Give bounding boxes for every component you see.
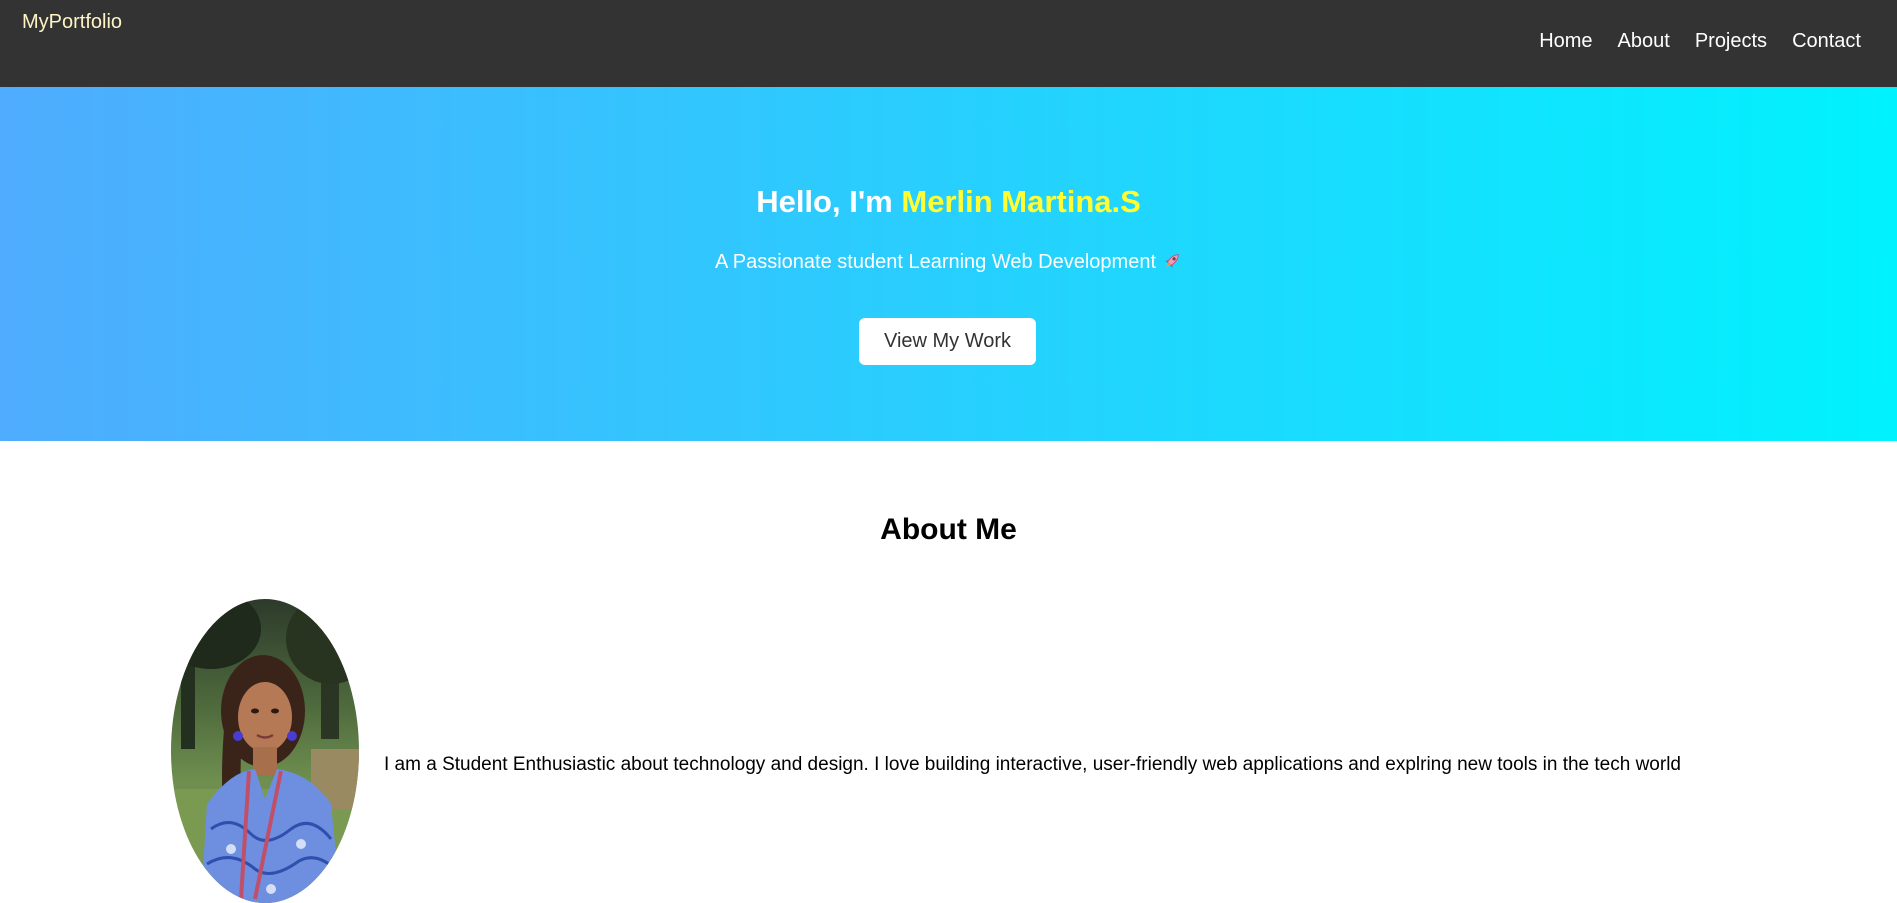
hero-name: Merlin Martina.S	[901, 184, 1141, 219]
hero-greeting: Hello, I'm	[756, 184, 902, 219]
nav-link-projects[interactable]: Projects	[1695, 30, 1767, 53]
nav-link-about[interactable]: About	[1618, 30, 1670, 53]
brand-logo[interactable]: MyPortfolio	[22, 11, 122, 34]
rocket-icon	[1162, 251, 1182, 271]
hero-subtitle: A Passionate student Learning Web Develo…	[0, 248, 1897, 274]
about-title: About Me	[880, 513, 1017, 546]
nav-link-contact[interactable]: Contact	[1792, 30, 1861, 53]
view-my-work-button[interactable]: View My Work	[859, 318, 1036, 365]
nav-link-home[interactable]: Home	[1539, 30, 1592, 53]
hero-section: Hello, I'm Merlin Martina.S A Passionate…	[0, 87, 1897, 441]
navbar: MyPortfolio Home About Projects Contact	[0, 0, 1897, 87]
nav-links: Home About Projects Contact	[1539, 30, 1861, 53]
hero-title: Hello, I'm Merlin Martina.S	[0, 184, 1897, 220]
hero-subtitle-text: A Passionate student Learning Web Develo…	[714, 251, 1157, 273]
about-text: I am a Student Enthusiastic about techno…	[384, 754, 1681, 775]
profile-photo	[171, 599, 359, 903]
